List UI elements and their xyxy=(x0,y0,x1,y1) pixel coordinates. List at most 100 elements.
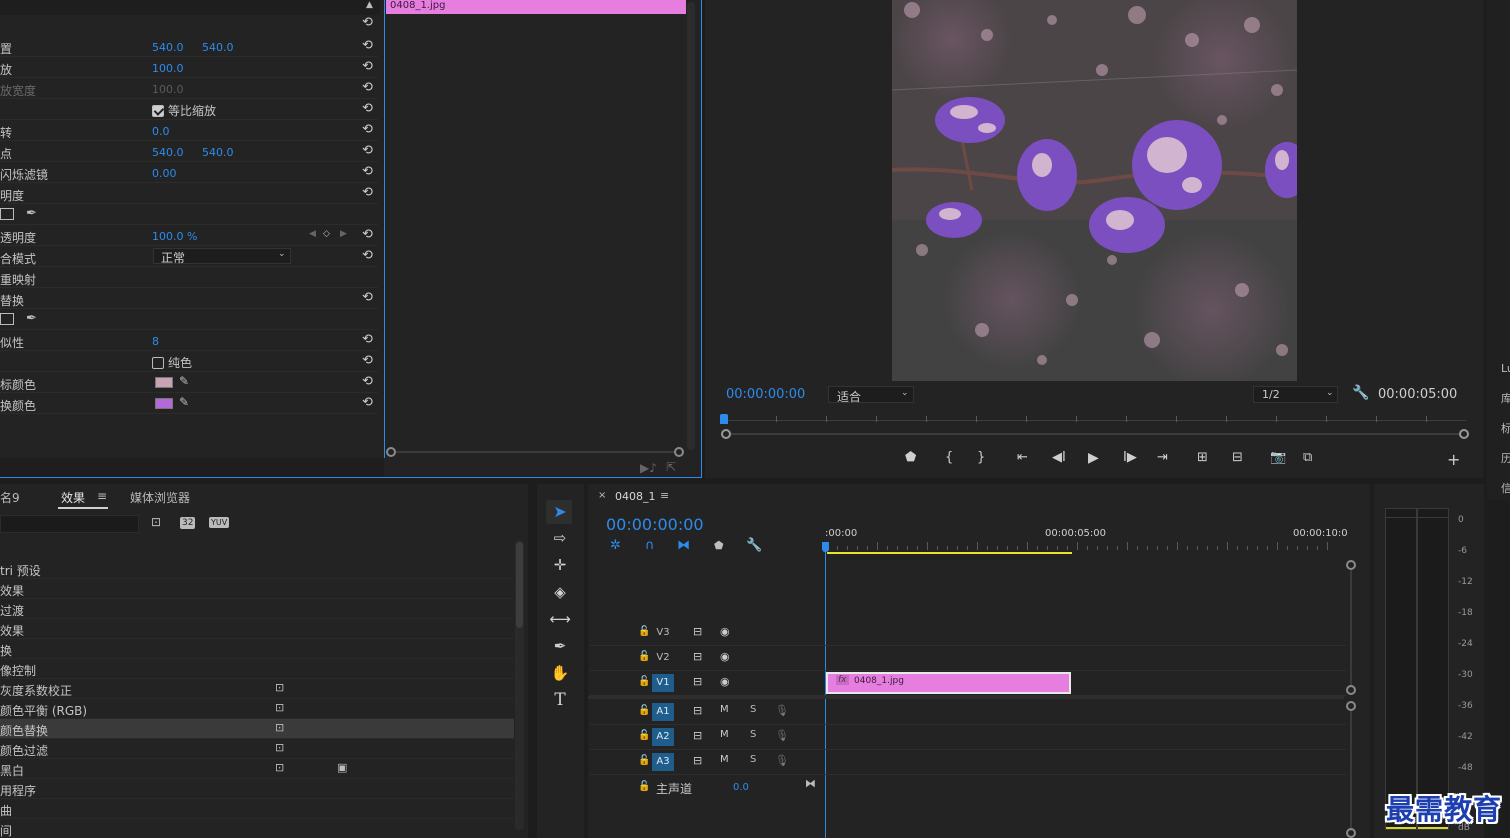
program-timecode-current[interactable]: 00:00:00:00 xyxy=(726,387,805,402)
property-value-1[interactable]: 540.0 xyxy=(152,41,184,54)
master-lock-icon[interactable]: 🔓 xyxy=(638,782,650,792)
slip-tool-icon[interactable]: ⟷ xyxy=(548,608,572,630)
mute-button[interactable]: M xyxy=(720,729,729,740)
sequence-menu-icon[interactable]: ≡ xyxy=(660,490,669,501)
time-ruler[interactable]: :00:00 00:00:05:00 00:00:10:0 xyxy=(825,526,1348,556)
property-value-2[interactable]: 540.0 xyxy=(202,146,234,159)
extract-icon[interactable]: ⊟ xyxy=(1232,450,1243,465)
program-video-frame[interactable] xyxy=(892,0,1297,381)
compare-icon[interactable]: ⧉ xyxy=(1303,450,1312,465)
reset-icon[interactable]: ⟲ xyxy=(362,395,373,410)
timeline-clip-v1[interactable]: fx 0408_1.jpg xyxy=(826,672,1071,694)
track-lock-icon[interactable]: 🔓 xyxy=(638,676,650,687)
checkbox-box[interactable] xyxy=(152,357,164,369)
property-value-1[interactable]: 100.0 xyxy=(152,83,184,96)
next-keyframe-icon[interactable]: ▶ xyxy=(340,230,347,239)
tab-media-browser[interactable]: 媒体浏览器 xyxy=(130,489,190,506)
sync-lock-icon[interactable]: ⊟ xyxy=(693,675,702,688)
effects-vscroll[interactable] xyxy=(515,540,524,830)
eye-icon[interactable]: ◉ xyxy=(720,675,730,688)
effect-timeline-vscroll[interactable] xyxy=(687,2,695,450)
track-target-toggle[interactable]: A1 xyxy=(652,703,674,721)
resolution-dropdown[interactable]: 1/2 ⌄ xyxy=(1253,386,1338,403)
export-icon[interactable]: ⇱ xyxy=(666,461,676,473)
reset-icon[interactable]: ⟲ xyxy=(362,59,373,74)
yuv-filter-icon[interactable]: YUV xyxy=(209,517,230,528)
effects-tree-item[interactable]: 过渡 xyxy=(0,599,514,619)
add-button-icon[interactable]: + xyxy=(1447,450,1460,469)
eye-icon[interactable]: ◉ xyxy=(720,650,730,663)
timeline-timecode[interactable]: 00:00:00:00 xyxy=(606,515,704,534)
microphone-icon[interactable]: 🎙 xyxy=(775,754,789,767)
track-target-toggle[interactable]: A3 xyxy=(652,753,674,771)
mute-button[interactable]: M xyxy=(720,754,729,765)
effects-tree-item[interactable]: 颜色替换 ⊡ xyxy=(0,719,514,739)
property-value-1[interactable]: 0.00 xyxy=(152,167,177,180)
effects-tree-item[interactable]: 颜色过滤 ⊡ xyxy=(0,739,514,759)
side-panel-tab[interactable]: 库 xyxy=(1501,390,1510,406)
timeline-playhead-head[interactable] xyxy=(822,542,829,552)
solo-button[interactable]: S xyxy=(750,704,756,715)
reset-icon[interactable]: ⟲ xyxy=(362,15,373,30)
mask-rectangle-icon[interactable] xyxy=(0,208,14,220)
play-icon[interactable]: ▶ xyxy=(1088,450,1099,466)
master-pan-icon[interactable]: ⧓ xyxy=(805,778,816,789)
property-value-1[interactable]: 0.0 xyxy=(152,125,170,138)
prev-keyframe-icon[interactable]: ◀ xyxy=(309,230,316,239)
step-forward-icon[interactable]: I▶ xyxy=(1123,450,1137,465)
tab-project[interactable]: 名9 xyxy=(0,489,20,506)
sync-lock-icon[interactable]: ⊟ xyxy=(693,650,702,663)
reset-icon[interactable]: ⟲ xyxy=(362,332,373,347)
wrench-icon[interactable]: 🔧 xyxy=(746,539,762,552)
property-value-2[interactable]: 540.0 xyxy=(202,41,234,54)
effects-tree-item[interactable]: 用程序 xyxy=(0,779,514,799)
type-tool-icon[interactable]: T xyxy=(548,689,572,711)
effects-tree-item[interactable]: 效果 xyxy=(0,619,514,639)
32bit-filter-icon[interactable]: 32 xyxy=(180,517,196,529)
side-panel-tab[interactable]: 标 xyxy=(1501,420,1510,436)
reset-icon[interactable]: ⟲ xyxy=(362,80,373,95)
mark-in-icon[interactable]: { xyxy=(945,450,953,465)
work-area-bar[interactable] xyxy=(827,552,1072,554)
track-target-toggle[interactable]: V1 xyxy=(652,674,674,692)
effects-tree-item[interactable]: 颜色平衡 (RGB) ⊡ xyxy=(0,699,514,719)
linked-selection-icon[interactable]: ⧓ xyxy=(677,539,690,552)
effects-search-input[interactable] xyxy=(0,515,139,533)
reset-icon[interactable]: ⟲ xyxy=(362,38,373,53)
sync-lock-icon[interactable]: ⊟ xyxy=(693,625,702,638)
lift-icon[interactable]: ⊞ xyxy=(1197,450,1208,465)
sync-lock-icon[interactable]: ⊟ xyxy=(693,704,702,717)
track-lock-icon[interactable]: 🔓 xyxy=(638,705,650,716)
sync-lock-icon[interactable]: ⊟ xyxy=(693,729,702,742)
step-back-icon[interactable]: ◀I xyxy=(1052,450,1066,465)
property-value-1[interactable]: 540.0 xyxy=(152,146,184,159)
nest-icon[interactable]: ✲ xyxy=(610,539,621,552)
tab-menu-icon[interactable]: ≡ xyxy=(97,489,107,503)
timeline-vscroll-video[interactable] xyxy=(1346,560,1356,695)
track-lock-icon[interactable]: 🔓 xyxy=(638,626,650,637)
side-panel-tab[interactable]: 历 xyxy=(1501,450,1510,466)
add-marker-icon[interactable]: ⬟ xyxy=(714,540,724,551)
reset-icon[interactable]: ⟲ xyxy=(362,248,373,263)
reset-icon[interactable]: ⟲ xyxy=(362,374,373,389)
go-to-in-icon[interactable]: ⇤ xyxy=(1017,450,1028,465)
track-target-toggle[interactable]: V3 xyxy=(652,624,674,642)
hand-tool-icon[interactable]: ✋ xyxy=(548,662,572,684)
property-checkbox[interactable]: 纯色 xyxy=(152,354,192,371)
microphone-icon[interactable]: 🎙 xyxy=(775,704,789,717)
program-scrub-bar[interactable] xyxy=(720,414,1469,440)
filter-audio-icon[interactable]: ▶♪ xyxy=(640,462,657,474)
property-value-1[interactable]: 8 xyxy=(152,335,159,348)
checkbox-box[interactable] xyxy=(152,105,164,117)
effects-tree-item[interactable]: 效果 xyxy=(0,579,514,599)
camera-icon[interactable]: 📷 xyxy=(1270,450,1286,465)
mask-rectangle-icon[interactable] xyxy=(0,313,14,325)
track-lock-icon[interactable]: 🔓 xyxy=(638,755,650,766)
wrench-icon[interactable]: 🔧 xyxy=(1352,386,1369,400)
effects-tree-item[interactable]: 间 xyxy=(0,819,514,838)
property-value-1[interactable]: 100.0 xyxy=(152,62,184,75)
track-target-toggle[interactable]: A2 xyxy=(652,728,674,746)
blend-mode-dropdown[interactable]: 正常 ⌄ xyxy=(153,248,291,265)
master-volume-value[interactable]: 0.0 xyxy=(733,782,749,793)
solo-button[interactable]: S xyxy=(750,754,756,765)
